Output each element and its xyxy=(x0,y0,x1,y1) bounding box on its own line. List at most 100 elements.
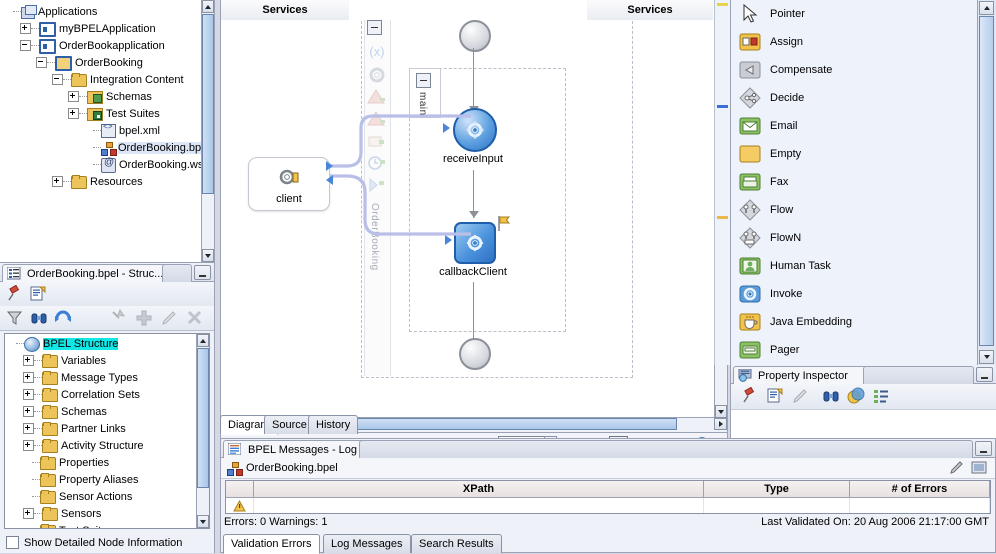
expand-icon[interactable] xyxy=(23,406,34,417)
tree-item[interactable]: Properties xyxy=(5,454,196,471)
process-end-node[interactable] xyxy=(459,338,491,370)
palette-item-invoke[interactable]: Invoke xyxy=(731,280,978,308)
column-header-xpath[interactable]: XPath xyxy=(254,481,704,497)
diagram-canvas[interactable]: (x) OrderBooking main receiveInput callb… xyxy=(221,20,727,418)
scroll-thumb[interactable] xyxy=(197,348,209,488)
tree-item[interactable]: myBPELApplication xyxy=(0,20,202,37)
log-file-row[interactable]: OrderBooking.bpel xyxy=(221,458,995,479)
refresh-icon[interactable] xyxy=(54,309,72,327)
collapse-process-button[interactable] xyxy=(367,20,382,35)
pencil-icon[interactable] xyxy=(791,387,809,405)
tree-item[interactable]: Activity Structure xyxy=(5,437,196,454)
tree-item[interactable]: Property Aliases xyxy=(5,471,196,488)
diagram-overview-strip[interactable] xyxy=(714,0,731,365)
scroll-up-button[interactable] xyxy=(197,334,209,347)
palette-item-human-task[interactable]: Human Task xyxy=(731,252,978,280)
tab-log-messages[interactable]: Log Messages xyxy=(323,534,411,553)
applications-vscrollbar[interactable] xyxy=(201,0,214,262)
scroll-down-button[interactable] xyxy=(979,350,994,364)
palette-item-flown[interactable]: FlowN xyxy=(731,224,978,252)
scroll-up-button[interactable] xyxy=(979,1,994,15)
validate-icon[interactable] xyxy=(949,460,965,479)
validation-errors-table[interactable]: XPath Type # of Errors xyxy=(225,480,991,514)
tree-item[interactable]: Correlation Sets xyxy=(5,386,196,403)
client-partnerlink-node[interactable]: client xyxy=(248,157,330,211)
tree-item[interactable]: Resources xyxy=(0,173,202,190)
tree-item[interactable]: Integration Content xyxy=(0,71,202,88)
structure-minimize-button[interactable] xyxy=(194,265,211,280)
binoculars-icon[interactable] xyxy=(822,387,840,405)
log-tab[interactable]: BPEL Messages - Log xyxy=(223,440,371,458)
tree-item[interactable]: OrderBookapplication xyxy=(0,37,202,54)
palette-item-empty[interactable]: Empty xyxy=(731,140,978,168)
magic-wand-icon[interactable] xyxy=(110,308,128,327)
applications-tree[interactable]: Applications myBPELApplication OrderBookap… xyxy=(0,0,202,262)
tree-item[interactable]: Sensors xyxy=(5,505,196,522)
tree-item[interactable]: OrderBooking.bpel xyxy=(0,139,202,156)
column-header-icon[interactable] xyxy=(226,481,254,497)
pin-icon[interactable] xyxy=(741,386,759,405)
process-start-node[interactable] xyxy=(459,20,491,52)
tab-search-results[interactable]: Search Results xyxy=(411,534,502,553)
palette-item-pager[interactable]: Pager xyxy=(731,336,978,364)
tree-item[interactable]: bpel.xml xyxy=(0,122,202,139)
structure-tab[interactable]: OrderBooking.bpel - Struc... xyxy=(2,264,174,282)
plus-icon[interactable] xyxy=(135,309,153,327)
delete-icon[interactable] xyxy=(185,309,203,327)
expand-icon[interactable] xyxy=(23,389,34,400)
settings-icon[interactable] xyxy=(971,460,987,479)
pencil-icon[interactable] xyxy=(160,309,178,327)
structure-vscrollbar[interactable] xyxy=(196,334,209,528)
tree-item[interactable]: Schemas xyxy=(5,403,196,420)
structure-tree-items[interactable]: BPEL Structure Variables Message Types Corr… xyxy=(5,335,196,528)
pin-icon[interactable] xyxy=(6,284,24,303)
binoculars-icon[interactable] xyxy=(30,309,48,327)
scroll-up-button[interactable] xyxy=(202,0,214,13)
filter-icon[interactable] xyxy=(6,309,24,327)
expand-icon[interactable] xyxy=(23,440,34,451)
palette-item-java-embedding[interactable]: Java Embedding xyxy=(731,308,978,336)
palette-item-pointer[interactable]: Pointer xyxy=(731,0,978,28)
collapse-icon[interactable] xyxy=(36,57,47,68)
tab-validation-errors[interactable]: Validation Errors xyxy=(223,534,320,554)
palette-item-flow[interactable]: Flow xyxy=(731,196,978,224)
scroll-thumb[interactable] xyxy=(202,14,214,194)
collapse-icon[interactable] xyxy=(20,40,31,51)
new-document-icon[interactable] xyxy=(29,285,47,303)
scroll-down-button[interactable] xyxy=(202,249,214,262)
expand-icon[interactable] xyxy=(23,372,34,383)
tree-item[interactable]: Test Suites xyxy=(5,522,196,528)
structure-tree[interactable]: BPEL Structure Variables Message Types Corr… xyxy=(4,333,210,529)
palette-item-decide[interactable]: Decide xyxy=(731,84,978,112)
column-header-type[interactable]: Type xyxy=(704,481,850,497)
show-detailed-node-info-checkbox[interactable] xyxy=(6,536,19,549)
palette-items[interactable]: Pointer Assign Compensate Decide Email Empty F… xyxy=(731,0,978,365)
warning-flag-icon[interactable] xyxy=(497,216,511,231)
palette-item-assign[interactable]: Assign xyxy=(731,28,978,56)
tree-item[interactable]: Message Types xyxy=(5,369,196,386)
expand-icon[interactable] xyxy=(68,91,79,102)
tree-item[interactable]: Partner Links xyxy=(5,420,196,437)
tab-history[interactable]: History xyxy=(308,415,359,434)
expand-icon[interactable] xyxy=(23,355,34,366)
tree-item[interactable]: Schemas xyxy=(0,88,202,105)
expand-icon[interactable] xyxy=(52,176,63,187)
expand-icon[interactable] xyxy=(23,423,34,434)
expand-icon[interactable] xyxy=(20,23,31,34)
collapse-main-button[interactable] xyxy=(416,73,431,88)
new-document-icon[interactable] xyxy=(766,387,784,405)
tree-item[interactable]: Test Suites xyxy=(0,105,202,122)
expand-icon[interactable] xyxy=(68,108,79,119)
tree-item[interactable]: Sensor Actions xyxy=(5,488,196,505)
palette-item-fax[interactable]: Fax xyxy=(731,168,978,196)
show-detailed-node-info-row[interactable]: Show Detailed Node Information xyxy=(6,536,182,549)
palette-item-compensate[interactable]: Compensate xyxy=(731,56,978,84)
log-minimize-button[interactable] xyxy=(975,441,992,456)
palette-icon[interactable] xyxy=(847,387,865,405)
tree-item[interactable]: OrderBooking xyxy=(0,54,202,71)
list-icon[interactable] xyxy=(872,387,890,405)
column-header-errors[interactable]: # of Errors xyxy=(850,481,990,497)
palette-vscrollbar[interactable] xyxy=(977,0,996,365)
tree-item[interactable]: BPEL Structure xyxy=(5,335,196,352)
palette-item-email[interactable]: Email xyxy=(731,112,978,140)
